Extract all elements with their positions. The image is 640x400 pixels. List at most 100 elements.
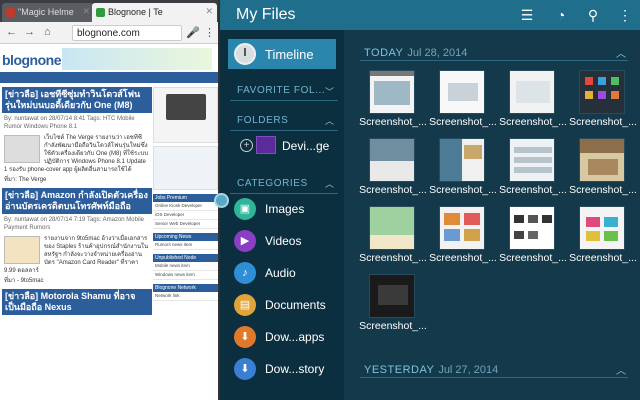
section-favorites[interactable]: FAVORITE FOL... xyxy=(237,85,325,96)
article: [ข่าวลือ] Motorola Shamu ที่อาจเป็นมือถื… xyxy=(2,289,152,315)
search-icon[interactable]: ⚲ xyxy=(584,6,602,24)
divider xyxy=(360,377,628,378)
day-label: YESTERDAY xyxy=(364,364,435,376)
sidebar-link[interactable]: Network link xyxy=(153,292,218,301)
chevron-down-icon[interactable]: ﹀ xyxy=(325,85,334,98)
sidebar-link[interactable]: Rumors news item xyxy=(153,241,218,250)
sidebar-link[interactable]: Online Kiosk Developer xyxy=(153,202,218,211)
category-images[interactable]: ▣ Images xyxy=(234,197,342,221)
divider xyxy=(230,130,338,131)
split-view-handle[interactable] xyxy=(214,193,229,208)
image-icon: ▣ xyxy=(234,198,256,220)
thumbnail-item[interactable]: Screenshot_... xyxy=(428,68,497,130)
site-nav[interactable] xyxy=(0,74,218,83)
url-text: blognone.com xyxy=(77,28,140,39)
sidebar-ad[interactable] xyxy=(153,87,218,143)
day-label: TODAY xyxy=(364,47,404,59)
back-icon[interactable]: ← xyxy=(6,26,17,38)
article-meta: By: nuntawat on 28/07/14 7:19 Tags: Amaz… xyxy=(4,217,144,231)
sidebar-heading: Upcoming News xyxy=(153,233,218,241)
overflow-menu-icon[interactable]: ⋮ xyxy=(616,6,634,24)
sidebar-link[interactable]: Senior Web Developer xyxy=(153,220,218,229)
chevron-up-icon[interactable]: ︿ xyxy=(325,114,334,127)
chevron-up-icon[interactable]: ︿ xyxy=(325,177,334,190)
document-icon: ▤ xyxy=(234,294,256,316)
expand-icon[interactable]: + xyxy=(240,139,253,152)
browser-tab-2[interactable]: Blognone | Te ✕ xyxy=(92,3,217,22)
nav-item-label: Timeline xyxy=(265,47,314,62)
close-tab-icon[interactable]: ✕ xyxy=(205,6,213,17)
forward-icon[interactable]: → xyxy=(24,26,35,38)
category-label: Images xyxy=(265,202,305,216)
ad-banner[interactable] xyxy=(62,48,212,70)
folder-device-storage[interactable]: + Devi...ge xyxy=(240,136,340,156)
site-header: blognone xyxy=(0,44,218,74)
close-tab-icon[interactable]: ✕ xyxy=(82,6,90,17)
day-date: Jul 27, 2014 xyxy=(438,364,499,376)
thumbnail-item[interactable]: Screenshot_... xyxy=(358,272,427,334)
category-downloaded-apps[interactable]: ⬇ Dow...apps xyxy=(234,325,342,349)
app-title: My Files xyxy=(236,6,296,23)
storage-usage-icon[interactable]: ◔ xyxy=(552,6,570,24)
thumbnail-item[interactable]: Screenshot_... xyxy=(568,136,637,198)
microphone-icon[interactable]: 🎤 xyxy=(186,26,200,39)
history-icon: ⬇ xyxy=(234,358,256,380)
thumbnail-caption: Screenshot_... xyxy=(569,252,637,264)
section-folders[interactable]: FOLDERS xyxy=(237,115,288,126)
home-icon[interactable]: ⌂ xyxy=(44,26,51,38)
day-header-today: TODAY Jul 28, 2014 xyxy=(364,47,467,59)
thumbnail-item[interactable]: Screenshot_... xyxy=(568,204,637,266)
screenshot-thumbnail xyxy=(579,138,625,182)
category-label: Dow...story xyxy=(265,362,325,376)
screenshot-thumbnail xyxy=(439,206,485,250)
tab-title: Blognone | Te xyxy=(108,7,163,17)
sidebar-ad[interactable] xyxy=(153,146,218,190)
sidebar-link[interactable]: iOS Developer xyxy=(153,211,218,220)
browser-toolbar: ← → ⌂ blognone.com 🎤 ⋮ xyxy=(0,22,218,44)
category-videos[interactable]: ▶ Videos xyxy=(234,229,342,253)
screenshot-thumbnail xyxy=(369,206,415,250)
article-source[interactable]: ที่มา - 9to5mac xyxy=(2,276,152,286)
thumbnail-item[interactable]: Screenshot_... xyxy=(568,68,637,130)
thumbnail-item[interactable]: Screenshot_... xyxy=(358,136,427,198)
thumbnail-item[interactable]: Screenshot_... xyxy=(428,136,497,198)
list-view-icon[interactable]: ☰ xyxy=(518,6,536,24)
thumbnail-caption: Screenshot_... xyxy=(499,184,567,196)
category-download-history[interactable]: ⬇ Dow...story xyxy=(234,357,342,381)
browser-tab-1[interactable]: "Magic Helme ✕ xyxy=(2,3,94,22)
download-icon: ⬇ xyxy=(234,326,256,348)
thumbnail-caption: Screenshot_... xyxy=(359,320,427,332)
browser-menu-icon[interactable]: ⋮ xyxy=(204,26,215,39)
article-title[interactable]: [ข่าวลือ] เอชทีซีซุ่มทำวินโดวส์โฟนรุ่นให… xyxy=(2,87,152,113)
thumbnail-item[interactable]: Screenshot_... xyxy=(358,68,427,130)
site-logo[interactable]: blognone xyxy=(2,52,62,68)
device-storage-icon xyxy=(256,136,276,154)
screenshot-thumbnail xyxy=(579,70,625,114)
article-source[interactable]: ที่มา: The Verge xyxy=(2,175,152,185)
thumbnail-item[interactable]: Screenshot_... xyxy=(358,204,427,266)
address-bar[interactable]: blognone.com xyxy=(72,25,182,41)
my-files-app: My Files ☰ ◔ ⚲ ⋮ Timeline FAVORITE FOL..… xyxy=(220,0,640,400)
article-title[interactable]: [ข่าวลือ] Amazon กำลังเปิดตัวเครื่องอ่าน… xyxy=(2,188,152,214)
article-list: [ข่าวลือ] เอชทีซีซุ่มทำวินโดวส์โฟนรุ่นให… xyxy=(2,84,152,315)
collapse-today-icon[interactable]: ︿ xyxy=(616,45,626,60)
sidebar-link[interactable]: Windows news item xyxy=(153,271,218,280)
thumbnail-item[interactable]: Screenshot_... xyxy=(498,136,567,198)
section-categories[interactable]: CATEGORIES xyxy=(237,178,308,189)
article-title[interactable]: [ข่าวลือ] Motorola Shamu ที่อาจเป็นมือถื… xyxy=(2,289,152,315)
sidebar-heading: Unpublished Node xyxy=(153,254,218,262)
web-page[interactable]: blognone [ข่าวลือ] เอชทีซีซุ่มทำวินโดวส์… xyxy=(0,44,218,400)
tab-title: "Magic Helme xyxy=(18,7,74,17)
category-documents[interactable]: ▤ Documents xyxy=(234,293,342,317)
sidebar-link[interactable]: Mobile news item xyxy=(153,262,218,271)
timeline-content[interactable]: TODAY Jul 28, 2014 ︿ Screenshot_... Scree… xyxy=(344,30,640,400)
thumbnail-item[interactable]: Screenshot_... xyxy=(498,68,567,130)
thumbnail-item[interactable]: Screenshot_... xyxy=(428,204,497,266)
nav-item-timeline[interactable]: Timeline xyxy=(228,39,336,69)
sidebar-heading: Blognone Network xyxy=(153,284,218,292)
music-icon: ♪ xyxy=(234,262,256,284)
day-header-yesterday: YESTERDAY Jul 27, 2014 xyxy=(364,364,498,376)
collapse-yesterday-icon[interactable]: ︿ xyxy=(616,362,626,377)
thumbnail-item[interactable]: Screenshot_... xyxy=(498,204,567,266)
category-audio[interactable]: ♪ Audio xyxy=(234,261,342,285)
